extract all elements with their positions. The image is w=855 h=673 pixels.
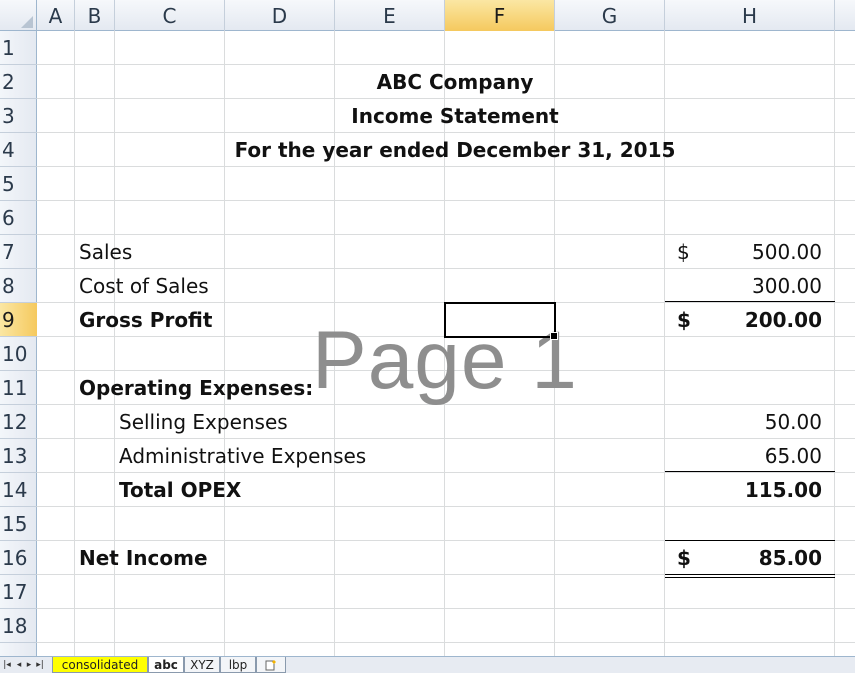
column-header-e[interactable]: E	[335, 0, 445, 31]
net-income-double-underline-2	[665, 577, 835, 578]
row-header-17[interactable]: 17	[0, 575, 37, 609]
cost-of-sales-amount[interactable]: 300.00	[665, 269, 822, 303]
selling-expenses-amount[interactable]: 50.00	[665, 405, 822, 439]
active-cell-f9[interactable]	[444, 302, 558, 340]
admin-expenses-underline	[665, 471, 835, 472]
net-income-double-underline-1	[665, 574, 835, 575]
column-header-bar: A B C D E F G H	[0, 0, 855, 31]
next-sheet-icon[interactable]: ▸	[24, 658, 34, 672]
row-header-18[interactable]: 18	[0, 609, 37, 643]
column-header-d[interactable]: D	[225, 0, 335, 31]
select-all-corner[interactable]	[0, 0, 37, 31]
row-header-3[interactable]: 3	[0, 99, 37, 133]
first-sheet-icon[interactable]: |◂	[2, 658, 12, 672]
row-header-4[interactable]: 4	[0, 133, 37, 167]
last-sheet-icon[interactable]: ▸|	[35, 658, 45, 672]
row-header-5[interactable]: 5	[0, 167, 37, 201]
row-header-2[interactable]: 2	[0, 65, 37, 99]
gross-profit-amount[interactable]: 200.00	[665, 303, 822, 337]
row-header-13[interactable]: 13	[0, 439, 37, 473]
total-opex-amount[interactable]: 115.00	[665, 473, 822, 507]
total-opex-label[interactable]: Total OPEX	[119, 473, 241, 507]
column-header-i-partial[interactable]	[835, 0, 855, 31]
prev-sheet-icon[interactable]: ◂	[14, 658, 24, 672]
row-header-16[interactable]: 16	[0, 541, 37, 575]
tab-lbp[interactable]: lbp	[220, 657, 256, 673]
statement-period[interactable]: For the year ended December 31, 2015	[75, 133, 835, 167]
opex-header-label[interactable]: Operating Expenses:	[79, 371, 313, 405]
statement-title[interactable]: Income Statement	[75, 99, 835, 133]
net-income-amount[interactable]: 85.00	[665, 541, 822, 575]
column-header-f[interactable]: F	[445, 0, 555, 31]
column-header-a[interactable]: A	[37, 0, 75, 31]
tab-abc[interactable]: abc	[148, 657, 184, 673]
row-header-14[interactable]: 14	[0, 473, 37, 507]
admin-expenses-label[interactable]: Administrative Expenses	[119, 439, 366, 473]
tab-xyz[interactable]: XYZ	[184, 657, 220, 673]
tab-consolidated[interactable]: consolidated	[52, 657, 148, 673]
row-header-12[interactable]: 12	[0, 405, 37, 439]
row-header-bar: 1 2 3 4 5 6 7 8 9 10 11 12 13 14 15 16 1…	[0, 31, 37, 656]
row-header-6[interactable]: 6	[0, 201, 37, 235]
net-income-label[interactable]: Net Income	[79, 541, 208, 575]
column-header-b[interactable]: B	[75, 0, 115, 31]
cost-of-sales-label[interactable]: Cost of Sales	[79, 269, 209, 303]
gross-profit-label[interactable]: Gross Profit	[79, 303, 212, 337]
sales-label[interactable]: Sales	[79, 235, 132, 269]
company-name[interactable]: ABC Company	[75, 65, 835, 99]
new-sheet-icon	[265, 659, 276, 670]
column-header-g[interactable]: G	[555, 0, 665, 31]
sheet-tab-bar: |◂ ◂ ▸ ▸| consolidated abc XYZ lbp	[0, 656, 855, 673]
sales-amount[interactable]: 500.00	[665, 235, 822, 269]
row-header-1[interactable]: 1	[0, 31, 37, 65]
column-header-h[interactable]: H	[665, 0, 835, 31]
cost-of-sales-underline	[665, 301, 835, 302]
spreadsheet-window: A B C D E F G H 1 2 3 4 5 6 7 8 9 10 11 …	[0, 0, 855, 673]
row-header-9[interactable]: 9	[0, 303, 37, 337]
insert-sheet-icon[interactable]	[256, 657, 286, 673]
row-header-10[interactable]: 10	[0, 337, 37, 371]
row-header-7[interactable]: 7	[0, 235, 37, 269]
admin-expenses-amount[interactable]: 65.00	[665, 439, 822, 473]
column-header-c[interactable]: C	[115, 0, 225, 31]
selling-expenses-label[interactable]: Selling Expenses	[119, 405, 288, 439]
row-header-8[interactable]: 8	[0, 269, 37, 303]
row-header-11[interactable]: 11	[0, 371, 37, 405]
row-header-15[interactable]: 15	[0, 507, 37, 541]
